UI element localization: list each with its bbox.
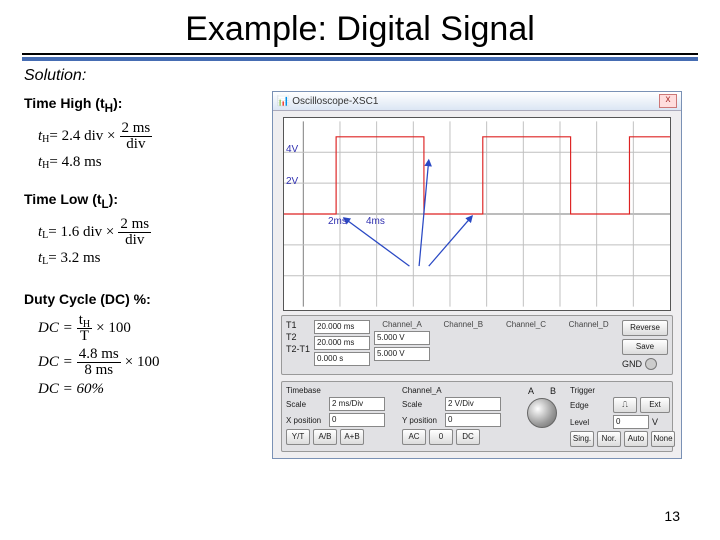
slide-title: Example: Digital Signal: [0, 0, 720, 53]
ab-button[interactable]: A/B: [313, 429, 337, 445]
solution-label: Solution:: [24, 67, 696, 85]
window-title: 📊 Oscilloscope-XSC1: [277, 96, 378, 107]
dc-equation-3: DC = 60%: [38, 381, 272, 398]
ext-button[interactable]: Ext: [640, 397, 670, 413]
t2-value: 20.000 ms: [314, 336, 370, 350]
th-equation-1: tH = 2.4 div × 2 msdiv: [38, 121, 272, 152]
channel-knob[interactable]: [527, 398, 557, 428]
dc-equation-2: DC = 4.8 ms8 ms × 100: [38, 347, 272, 378]
nor-button[interactable]: Nor.: [597, 431, 621, 447]
th-equation-2: tH = 4.8 ms: [38, 154, 272, 171]
timebase-scale[interactable]: 2 ms/Div: [329, 397, 385, 411]
oscilloscope-window: 📊 Oscilloscope-XSC1 x: [272, 91, 682, 459]
time-high-heading: Time High (tH):: [24, 95, 272, 115]
zero-button[interactable]: 0: [429, 429, 453, 445]
sing-button[interactable]: Sing.: [570, 431, 594, 447]
time-low-heading: Time Low (tL):: [24, 191, 272, 211]
duty-cycle-heading: Duty Cycle (DC) %:: [24, 291, 272, 307]
page-number: 13: [664, 508, 680, 524]
tl-equation-1: tL = 1.6 div × 2 msdiv: [38, 217, 272, 248]
y-position[interactable]: 0: [445, 413, 501, 427]
close-icon[interactable]: x: [659, 94, 677, 108]
dc-equation-1: DC = tHT × 100: [38, 313, 272, 344]
solution-column: Time High (tH): tH = 2.4 div × 2 msdiv t…: [24, 91, 272, 459]
auto-button[interactable]: Auto: [624, 431, 648, 447]
channel-scale[interactable]: 2 V/Div: [445, 397, 501, 411]
save-button[interactable]: Save: [622, 339, 668, 355]
tl-equation-2: tL = 3.2 ms: [38, 250, 272, 267]
rule-inner: [22, 57, 698, 61]
yt-button[interactable]: Y/T: [286, 429, 310, 445]
y-tick-2v: 2V: [286, 176, 298, 187]
x-tick-2ms: 2ms: [328, 216, 347, 227]
x-tick-4ms: 4ms: [366, 216, 385, 227]
none-button[interactable]: None: [651, 431, 675, 447]
y-tick-4v: 4V: [286, 144, 298, 155]
dc-button[interactable]: DC: [456, 429, 480, 445]
control-panel: Timebase Scale2 ms/Div X position0 Y/T A…: [281, 381, 673, 452]
cursor-panel: T1T2T2-T1 20.000 ms 20.000 ms 0.000 s Ch…: [281, 315, 673, 375]
x-position[interactable]: 0: [329, 413, 385, 427]
reverse-button[interactable]: Reverse: [622, 320, 668, 336]
gnd-port-icon: [645, 358, 657, 370]
tdiff-value: 0.000 s: [314, 352, 370, 366]
ac-button[interactable]: AC: [402, 429, 426, 445]
apb-button[interactable]: A+B: [340, 429, 364, 445]
window-titlebar: 📊 Oscilloscope-XSC1 x: [273, 92, 681, 111]
rule-outer: [22, 53, 698, 55]
t1-value: 20.000 ms: [314, 320, 370, 334]
oscilloscope-screen: 4V 2V 2ms 4ms: [283, 117, 671, 311]
trigger-level[interactable]: 0: [613, 415, 649, 429]
edge-rising-button[interactable]: ⎍: [613, 397, 637, 413]
